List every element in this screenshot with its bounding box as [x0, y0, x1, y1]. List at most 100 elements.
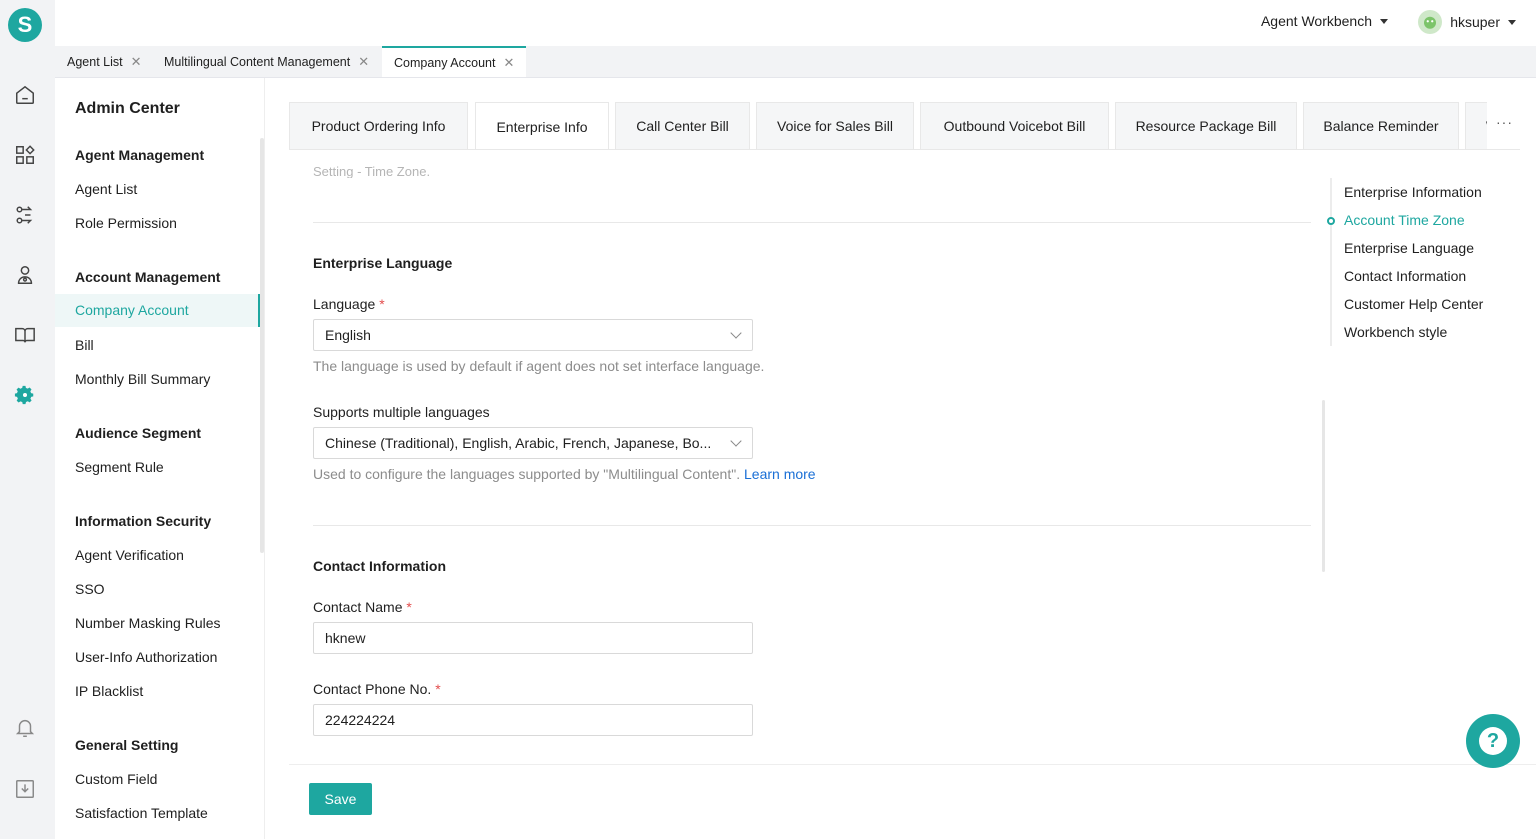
user-avatar: [1418, 10, 1443, 34]
tab-product-ordering-info[interactable]: Product Ordering Info: [289, 102, 468, 149]
section-tabs: Product Ordering Info Enterprise Info Ca…: [289, 102, 1487, 150]
book-icon[interactable]: [14, 324, 36, 346]
language-label: Language *: [313, 296, 385, 312]
page-tabs: Agent List ✕ Multilingual Content Manage…: [55, 46, 1536, 78]
close-icon[interactable]: ✕: [358, 54, 369, 70]
group-agent-management: Agent Management: [75, 147, 205, 163]
sidebar-item-agent-list[interactable]: Agent List: [75, 181, 137, 197]
home-icon[interactable]: [14, 84, 36, 106]
group-account-management: Account Management: [75, 269, 221, 285]
workbench-label: Agent Workbench: [1260, 13, 1372, 29]
page-tab-multilingual[interactable]: Multilingual Content Management ✕: [164, 46, 369, 77]
learn-more-link[interactable]: Learn more: [744, 466, 816, 482]
tab-call-center-bill[interactable]: Call Center Bill: [615, 102, 750, 149]
anchor-workbench-style[interactable]: Workbench style: [1344, 324, 1447, 340]
sidebar-item-company-account[interactable]: Company Account: [55, 294, 260, 327]
sidebar-item-number-masking-rules[interactable]: Number Masking Rules: [75, 615, 221, 631]
sidebar-title: Admin Center: [75, 100, 180, 117]
sidebar-item-bill[interactable]: Bill: [75, 337, 94, 353]
section-divider: [313, 525, 1311, 526]
sidebar-item-segment-rule[interactable]: Segment Rule: [75, 459, 164, 475]
tab-outbound-voicebot-bill[interactable]: Outbound Voicebot Bill: [920, 102, 1109, 149]
chevron-down-icon: [730, 327, 742, 339]
caret-down-icon: [1508, 19, 1516, 25]
group-audience-segment: Audience Segment: [75, 425, 202, 441]
sidebar-item-role-permission[interactable]: Role Permission: [75, 215, 177, 231]
anchor-enterprise-language[interactable]: Enterprise Language: [1344, 240, 1474, 256]
required-mark: *: [379, 296, 385, 312]
anchor-contact-information[interactable]: Contact Information: [1344, 268, 1466, 284]
page-tab-label: Company Account: [394, 55, 496, 70]
label-text: Contact Name: [313, 599, 403, 615]
settings-gear-icon[interactable]: [14, 384, 36, 406]
language-select[interactable]: English: [313, 319, 753, 351]
multi-language-select[interactable]: Chinese (Traditional), English, Arabic, …: [313, 427, 753, 459]
sidebar-item-satisfaction-template[interactable]: Satisfaction Template: [75, 805, 208, 821]
form-footer: Save: [289, 764, 1536, 839]
download-icon[interactable]: [14, 778, 36, 800]
label-text: Language: [313, 296, 376, 312]
sidebar-item-custom-field[interactable]: Custom Field: [75, 771, 157, 787]
multi-language-label: Supports multiple languages: [313, 404, 490, 420]
username: hksuper: [1450, 14, 1500, 30]
sidebar-item-user-info-authorization[interactable]: User-Info Authorization: [75, 649, 217, 665]
page-tab-agent-list[interactable]: Agent List ✕: [67, 46, 142, 77]
main-content: Product Ordering Info Enterprise Info Ca…: [265, 78, 1536, 839]
anchor-customer-help-center[interactable]: Customer Help Center: [1344, 296, 1483, 312]
anchor-account-time-zone[interactable]: Account Time Zone: [1344, 212, 1465, 228]
caret-down-icon: [1380, 18, 1388, 24]
question-icon: ?: [1479, 727, 1507, 755]
page-tab-label: Multilingual Content Management: [164, 54, 351, 69]
user-menu[interactable]: hksuper: [1418, 10, 1516, 34]
required-mark: *: [406, 599, 412, 615]
tab-truncated[interactable]: W: [1465, 102, 1487, 149]
section-title-contact-information: Contact Information: [313, 558, 446, 574]
label-text: Contact Phone No.: [313, 681, 432, 697]
sidebar-item-sso[interactable]: SSO: [75, 581, 105, 597]
routing-icon[interactable]: [14, 204, 36, 226]
contact-phone-label: Contact Phone No. *: [313, 681, 441, 697]
page-tab-label: Agent List: [67, 54, 123, 69]
tab-resource-package-bill[interactable]: Resource Package Bill: [1115, 102, 1297, 149]
logo-letter: S: [17, 12, 33, 37]
agent-icon[interactable]: [14, 264, 36, 286]
hint-text: Used to configure the languages supporte…: [313, 466, 741, 482]
faded-text: Setting - Time Zone.: [313, 164, 431, 178]
contact-phone-input[interactable]: [313, 704, 753, 736]
workbench-switcher[interactable]: Agent Workbench: [1261, 13, 1388, 29]
chevron-down-icon: [730, 435, 742, 447]
sidebar-item-monthly-bill-summary[interactable]: Monthly Bill Summary: [75, 371, 210, 387]
section-title-enterprise-language: Enterprise Language: [313, 255, 453, 271]
sidebar-scrollbar[interactable]: [260, 138, 264, 553]
tab-enterprise-info[interactable]: Enterprise Info: [475, 102, 609, 150]
top-bar: Agent Workbench hksuper: [55, 0, 1536, 46]
tab-voice-for-sales-bill[interactable]: Voice for Sales Bill: [756, 102, 914, 149]
anchor-active-dot: [1327, 217, 1335, 225]
app-logo[interactable]: S: [8, 8, 42, 42]
more-tabs-icon[interactable]: ···: [1496, 114, 1513, 130]
language-value: English: [325, 327, 371, 343]
tab-balance-reminder[interactable]: Balance Reminder: [1303, 102, 1459, 149]
required-mark: *: [435, 681, 441, 697]
content-scrollbar[interactable]: [1322, 400, 1325, 572]
close-icon[interactable]: ✕: [131, 54, 142, 70]
sidebar-item-agent-verification[interactable]: Agent Verification: [75, 547, 184, 563]
tabs-divider: [289, 149, 1520, 150]
apps-icon[interactable]: [14, 144, 36, 166]
group-information-security: Information Security: [75, 513, 212, 529]
multi-language-hint: Used to configure the languages supporte…: [313, 466, 816, 482]
anchor-line: [1330, 178, 1332, 346]
save-button[interactable]: Save: [309, 783, 372, 815]
page-tab-company-account[interactable]: Company Account ✕: [382, 46, 527, 77]
group-general-setting: General Setting: [75, 737, 179, 753]
close-icon[interactable]: ✕: [503, 55, 514, 71]
help-button[interactable]: ?: [1466, 714, 1520, 768]
language-hint: The language is used by default if agent…: [313, 358, 765, 374]
sidebar-item-ip-blacklist[interactable]: IP Blacklist: [75, 683, 143, 699]
icon-rail: S: [0, 0, 55, 839]
multi-language-value: Chinese (Traditional), English, Arabic, …: [325, 435, 712, 451]
contact-name-label: Contact Name *: [313, 599, 412, 615]
anchor-enterprise-information[interactable]: Enterprise Information: [1344, 184, 1482, 200]
bell-icon[interactable]: [14, 717, 36, 739]
contact-name-input[interactable]: [313, 622, 753, 654]
